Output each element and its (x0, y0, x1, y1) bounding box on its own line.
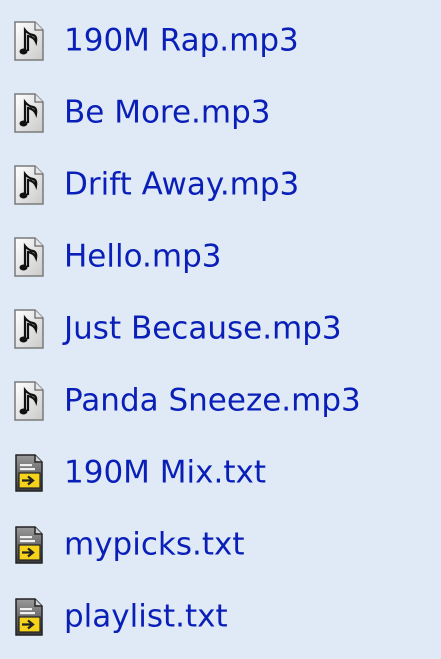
playlist-file-icon (15, 454, 43, 492)
audio-file-icon (14, 93, 44, 133)
file-list: 190M Rap.mp3 Be More.mp3 Drift Away.mp3 … (0, 0, 441, 659)
file-item-drift-away[interactable]: Drift Away.mp3 (0, 155, 441, 215)
audio-file-icon (14, 237, 44, 277)
file-item-just-because[interactable]: Just Because.mp3 (0, 299, 441, 359)
file-name[interactable]: 190M Rap.mp3 (64, 25, 299, 57)
playlist-file-icon (15, 526, 43, 564)
file-item-playlist[interactable]: playlist.txt (0, 587, 441, 647)
audio-file-icon (14, 309, 44, 349)
file-item-hello[interactable]: Hello.mp3 (0, 227, 441, 287)
file-item-be-more[interactable]: Be More.mp3 (0, 83, 441, 143)
file-name[interactable]: Just Because.mp3 (64, 313, 342, 345)
file-name[interactable]: Be More.mp3 (64, 97, 271, 129)
file-name[interactable]: playlist.txt (64, 601, 228, 633)
file-item-panda-sneeze[interactable]: Panda Sneeze.mp3 (0, 371, 441, 431)
file-name[interactable]: mypicks.txt (64, 529, 245, 561)
file-name[interactable]: Drift Away.mp3 (64, 169, 299, 201)
audio-file-icon (14, 21, 44, 61)
audio-file-icon (14, 381, 44, 421)
file-name[interactable]: Panda Sneeze.mp3 (64, 385, 361, 417)
file-item-190m-mix[interactable]: 190M Mix.txt (0, 443, 441, 503)
file-name[interactable]: 190M Mix.txt (64, 457, 266, 489)
playlist-file-icon (15, 598, 43, 636)
file-item-mypicks[interactable]: mypicks.txt (0, 515, 441, 575)
audio-file-icon (14, 165, 44, 205)
file-item-190m-rap[interactable]: 190M Rap.mp3 (0, 11, 441, 71)
file-name[interactable]: Hello.mp3 (64, 241, 221, 273)
